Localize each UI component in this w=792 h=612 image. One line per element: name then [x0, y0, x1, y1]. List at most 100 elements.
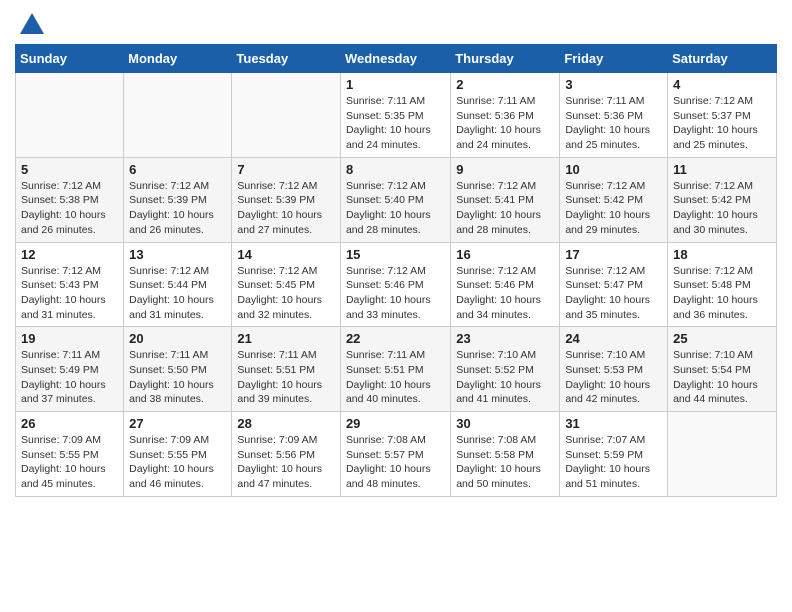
day-number: 8: [346, 162, 445, 177]
calendar-cell: 4Sunrise: 7:12 AMSunset: 5:37 PMDaylight…: [668, 73, 777, 158]
calendar-cell: 16 Sunrise: 7:12 AMSunset: 5:46 PMDayligh…: [451, 242, 560, 327]
calendar-week-2: 5 Sunrise: 7:12 AMSunset: 5:38 PMDaylight…: [16, 157, 777, 242]
weekday-header-thursday: Thursday: [451, 45, 560, 73]
day-number: 18: [673, 247, 771, 262]
day-number: 16: [456, 247, 554, 262]
calendar-cell: [232, 73, 341, 158]
day-number: 20: [129, 331, 226, 346]
day-number: 28: [237, 416, 335, 431]
weekday-header-friday: Friday: [560, 45, 668, 73]
calendar-week-4: 19 Sunrise: 7:11 AMSunset: 5:49 PMDayligh…: [16, 327, 777, 412]
calendar-cell: 26 Sunrise: 7:09 AMSunset: 5:55 PMDayligh…: [16, 412, 124, 497]
day-number: 21: [237, 331, 335, 346]
day-info: Sunrise: 7:11 AMSunset: 5:50 PMDaylight:…: [129, 348, 226, 407]
logo-text-block: [15, 10, 49, 36]
calendar-cell: 2 Sunrise: 7:11 AMSunset: 5:36 PMDaylight…: [451, 73, 560, 158]
calendar-cell: [668, 412, 777, 497]
calendar-cell: 7 Sunrise: 7:12 AMSunset: 5:39 PMDaylight…: [232, 157, 341, 242]
weekday-header-tuesday: Tuesday: [232, 45, 341, 73]
day-info: Sunrise: 7:12 AMSunset: 5:45 PMDaylight:…: [237, 264, 335, 323]
calendar-cell: 15 Sunrise: 7:12 AMSunset: 5:46 PMDayligh…: [340, 242, 450, 327]
day-info: Sunrise: 7:12 AMSunset: 5:40 PMDaylight:…: [346, 179, 445, 238]
calendar-cell: 11 Sunrise: 7:12 AMSunset: 5:42 PMDayligh…: [668, 157, 777, 242]
calendar-cell: [16, 73, 124, 158]
page-header: [15, 10, 777, 36]
day-info: Sunrise: 7:09 AMSunset: 5:55 PMDaylight:…: [21, 433, 118, 492]
day-number: 1: [346, 77, 445, 92]
day-info: Sunrise: 7:12 AMSunset: 5:43 PMDaylight:…: [21, 264, 118, 323]
calendar-cell: 20 Sunrise: 7:11 AMSunset: 5:50 PMDayligh…: [124, 327, 232, 412]
day-info: Sunrise: 7:10 AMSunset: 5:52 PMDaylight:…: [456, 348, 554, 407]
day-info: Sunrise: 7:12 AMSunset: 5:37 PMDaylight:…: [673, 94, 771, 153]
calendar-week-5: 26 Sunrise: 7:09 AMSunset: 5:55 PMDayligh…: [16, 412, 777, 497]
day-info: Sunrise: 7:12 AMSunset: 5:42 PMDaylight:…: [565, 179, 662, 238]
day-number: 17: [565, 247, 662, 262]
day-number: 9: [456, 162, 554, 177]
logo: [15, 10, 49, 36]
day-number: 26: [21, 416, 118, 431]
day-info: Sunrise: 7:09 AMSunset: 5:56 PMDaylight:…: [237, 433, 335, 492]
calendar-cell: 18 Sunrise: 7:12 AMSunset: 5:48 PMDayligh…: [668, 242, 777, 327]
calendar-cell: 17 Sunrise: 7:12 AMSunset: 5:47 PMDayligh…: [560, 242, 668, 327]
day-info: Sunrise: 7:11 AMSunset: 5:49 PMDaylight:…: [21, 348, 118, 407]
calendar-header-row: SundayMondayTuesdayWednesdayThursdayFrid…: [16, 45, 777, 73]
day-info: Sunrise: 7:12 AMSunset: 5:41 PMDaylight:…: [456, 179, 554, 238]
day-info: Sunrise: 7:12 AMSunset: 5:44 PMDaylight:…: [129, 264, 226, 323]
day-number: 7: [237, 162, 335, 177]
day-info: Sunrise: 7:12 AMSunset: 5:48 PMDaylight:…: [673, 264, 771, 323]
day-info: Sunrise: 7:11 AMSunset: 5:36 PMDaylight:…: [456, 94, 554, 153]
calendar-week-3: 12 Sunrise: 7:12 AMSunset: 5:43 PMDayligh…: [16, 242, 777, 327]
day-info: Sunrise: 7:12 AMSunset: 5:39 PMDaylight:…: [237, 179, 335, 238]
day-number: 6: [129, 162, 226, 177]
calendar-cell: 14 Sunrise: 7:12 AMSunset: 5:45 PMDayligh…: [232, 242, 341, 327]
calendar-cell: 28 Sunrise: 7:09 AMSunset: 5:56 PMDayligh…: [232, 412, 341, 497]
day-info: Sunrise: 7:08 AMSunset: 5:58 PMDaylight:…: [456, 433, 554, 492]
day-number: 2: [456, 77, 554, 92]
day-info: Sunrise: 7:12 AMSunset: 5:46 PMDaylight:…: [456, 264, 554, 323]
day-info: Sunrise: 7:12 AMSunset: 5:47 PMDaylight:…: [565, 264, 662, 323]
day-number: 25: [673, 331, 771, 346]
calendar-cell: 5 Sunrise: 7:12 AMSunset: 5:38 PMDaylight…: [16, 157, 124, 242]
day-info: Sunrise: 7:12 AMSunset: 5:46 PMDaylight:…: [346, 264, 445, 323]
day-info: Sunrise: 7:07 AMSunset: 5:59 PMDaylight:…: [565, 433, 662, 492]
calendar-cell: 1Sunrise: 7:11 AMSunset: 5:35 PMDaylight…: [340, 73, 450, 158]
calendar-cell: 12 Sunrise: 7:12 AMSunset: 5:43 PMDayligh…: [16, 242, 124, 327]
day-info: Sunrise: 7:08 AMSunset: 5:57 PMDaylight:…: [346, 433, 445, 492]
page-container: SundayMondayTuesdayWednesdayThursdayFrid…: [0, 0, 792, 507]
weekday-header-sunday: Sunday: [16, 45, 124, 73]
day-number: 31: [565, 416, 662, 431]
calendar-cell: 31 Sunrise: 7:07 AMSunset: 5:59 PMDayligh…: [560, 412, 668, 497]
day-info: Sunrise: 7:12 AMSunset: 5:38 PMDaylight:…: [21, 179, 118, 238]
calendar-cell: 24Sunrise: 7:10 AMSunset: 5:53 PMDayligh…: [560, 327, 668, 412]
logo-icon: [17, 10, 47, 40]
day-number: 27: [129, 416, 226, 431]
calendar-cell: 3 Sunrise: 7:11 AMSunset: 5:36 PMDaylight…: [560, 73, 668, 158]
day-info: Sunrise: 7:12 AMSunset: 5:42 PMDaylight:…: [673, 179, 771, 238]
day-info: Sunrise: 7:11 AMSunset: 5:51 PMDaylight:…: [346, 348, 445, 407]
day-number: 11: [673, 162, 771, 177]
day-info: Sunrise: 7:11 AMSunset: 5:36 PMDaylight:…: [565, 94, 662, 153]
calendar-cell: 30 Sunrise: 7:08 AMSunset: 5:58 PMDayligh…: [451, 412, 560, 497]
day-info: Sunrise: 7:11 AMSunset: 5:51 PMDaylight:…: [237, 348, 335, 407]
day-info: Sunrise: 7:10 AMSunset: 5:53 PMDaylight:…: [565, 348, 662, 407]
calendar-week-1: 1Sunrise: 7:11 AMSunset: 5:35 PMDaylight…: [16, 73, 777, 158]
calendar-cell: 21 Sunrise: 7:11 AMSunset: 5:51 PMDayligh…: [232, 327, 341, 412]
calendar-cell: 25Sunrise: 7:10 AMSunset: 5:54 PMDayligh…: [668, 327, 777, 412]
day-number: 15: [346, 247, 445, 262]
day-number: 5: [21, 162, 118, 177]
day-number: 23: [456, 331, 554, 346]
weekday-header-monday: Monday: [124, 45, 232, 73]
weekday-header-wednesday: Wednesday: [340, 45, 450, 73]
calendar-cell: 8 Sunrise: 7:12 AMSunset: 5:40 PMDaylight…: [340, 157, 450, 242]
weekday-header-saturday: Saturday: [668, 45, 777, 73]
day-number: 12: [21, 247, 118, 262]
day-number: 30: [456, 416, 554, 431]
day-number: 19: [21, 331, 118, 346]
day-info: Sunrise: 7:12 AMSunset: 5:39 PMDaylight:…: [129, 179, 226, 238]
calendar-cell: 27Sunrise: 7:09 AMSunset: 5:55 PMDayligh…: [124, 412, 232, 497]
day-number: 3: [565, 77, 662, 92]
calendar-cell: 10 Sunrise: 7:12 AMSunset: 5:42 PMDayligh…: [560, 157, 668, 242]
calendar-cell: 23 Sunrise: 7:10 AMSunset: 5:52 PMDayligh…: [451, 327, 560, 412]
day-number: 14: [237, 247, 335, 262]
day-number: 10: [565, 162, 662, 177]
